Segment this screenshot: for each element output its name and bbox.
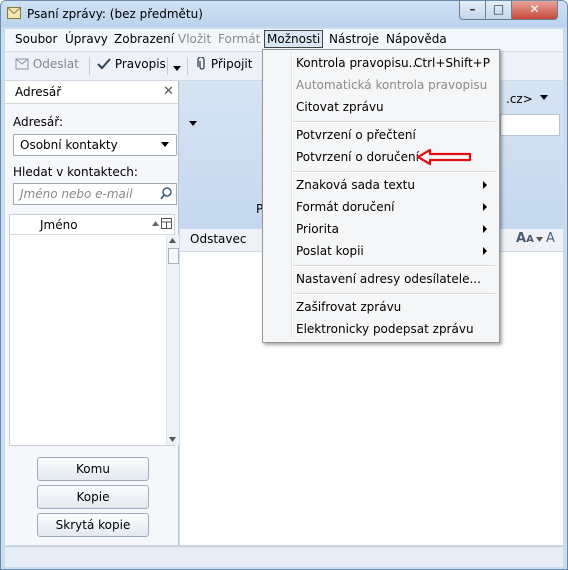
minimize-button[interactable]: – <box>459 1 486 20</box>
menu-format[interactable]: Formát <box>216 31 262 47</box>
annotation-arrow-icon <box>416 148 472 166</box>
contacts-column-header[interactable]: Jméno <box>10 215 174 235</box>
contacts-list[interactable]: Jméno <box>9 214 179 446</box>
menu-item-encrypt[interactable]: Zašifrovat zprávu <box>296 300 401 314</box>
attach-button[interactable]: Připojit <box>197 56 253 71</box>
menu-item-quote-message[interactable]: Citovat zprávu <box>296 100 384 114</box>
menu-moznosti[interactable]: Možnosti <box>264 30 324 48</box>
search-placeholder: Jméno nebo e-mail <box>20 187 133 201</box>
menu-zobrazeni[interactable]: Zobrazení <box>112 31 176 47</box>
scroll-thumb[interactable] <box>168 248 179 264</box>
checkmark-icon <box>97 58 111 70</box>
addressbook-select[interactable]: Osobní kontakty <box>13 134 177 156</box>
scroll-up-icon[interactable] <box>169 238 176 243</box>
recipient-field[interactable] <box>500 114 560 136</box>
addressbook-label: Adresář: <box>13 115 64 129</box>
maximize-icon: □ <box>492 2 505 16</box>
submenu-arrow-icon <box>483 225 487 233</box>
chevron-down-icon[interactable] <box>540 95 548 101</box>
address-book-sidebar: Adresář ✕ Adresář: Osobní kontakty Hleda… <box>5 81 179 545</box>
window-title: Psaní zprávy: (bez předmětu) <box>27 7 203 21</box>
status-bar <box>5 546 563 567</box>
paperclip-icon <box>197 56 205 70</box>
add-cc-button[interactable]: Kopie <box>37 485 149 509</box>
send-icon <box>15 58 29 70</box>
menu-item-sign[interactable]: Elektronicky podepsat zprávu <box>296 322 474 336</box>
menu-soubor[interactable]: Soubor <box>13 31 59 47</box>
sidebar-header: Adresář ✕ <box>5 81 178 104</box>
menu-separator <box>293 171 495 173</box>
toolbar-separator <box>167 57 168 75</box>
toolbar-separator <box>187 57 188 75</box>
send-button[interactable]: Odeslat <box>15 57 79 71</box>
spell-check-shortcut: Ctrl+Shift+P <box>414 56 490 70</box>
scroll-down-icon[interactable] <box>169 437 176 442</box>
chevron-down-icon[interactable] <box>536 237 543 242</box>
minimize-icon: – <box>469 2 476 16</box>
search-icon[interactable] <box>160 187 172 200</box>
menu-item-spell-check[interactable]: Kontrola pravopisu... <box>296 56 420 70</box>
menu-item-charset[interactable]: Znaková sada textu <box>296 178 415 192</box>
menu-item-auto-spell-check[interactable]: Automatická kontrola pravopisu <box>296 78 487 92</box>
chevron-down-icon <box>173 66 181 71</box>
close-sidebar-icon[interactable]: ✕ <box>163 84 174 99</box>
menu-item-priority[interactable]: Priorita <box>296 222 339 236</box>
from-address-fragment[interactable]: .cz> <box>506 92 533 106</box>
spelling-label: Pravopis <box>114 57 166 71</box>
maximize-button[interactable]: □ <box>485 1 512 20</box>
close-icon: ✕ <box>529 2 540 16</box>
options-menu-dropdown: Kontrola pravopisu... Ctrl+Shift+P Autom… <box>262 49 500 343</box>
title-bar[interactable]: Psaní zprávy: (bez předmětu) – □ ✕ <box>1 1 567 27</box>
attach-label: Připojit <box>210 57 253 71</box>
menu-item-sender-address[interactable]: Nastavení adresy odesílatele... <box>296 272 481 286</box>
column-name-header[interactable]: Jméno <box>40 218 78 232</box>
menu-separator <box>293 265 495 267</box>
menu-item-send-copy[interactable]: Poslat kopii <box>296 244 364 258</box>
menu-item-delivery-receipt[interactable]: Potvrzení o doručení <box>296 150 419 164</box>
close-window-button[interactable]: ✕ <box>511 1 558 20</box>
text-color-icon[interactable]: A <box>546 231 555 246</box>
menu-separator <box>293 121 495 123</box>
addressbook-value: Osobní kontakty <box>20 138 118 152</box>
menu-separator <box>293 293 495 295</box>
submenu-arrow-icon <box>483 181 487 189</box>
add-to-button[interactable]: Komu <box>37 457 149 481</box>
menu-item-read-receipt[interactable]: Potvrzení o přečtení <box>296 128 416 142</box>
spelling-button[interactable]: Pravopis <box>97 57 166 71</box>
paragraph-format-select[interactable]: Odstavec <box>190 232 246 246</box>
sidebar-title: Adresář <box>15 85 62 99</box>
menu-vlozit[interactable]: Vložit <box>176 31 213 47</box>
search-label: Hledat v kontaktech: <box>13 165 138 179</box>
submenu-arrow-icon <box>483 203 487 211</box>
envelope-icon <box>7 7 21 19</box>
menu-nastroje[interactable]: Nástroje <box>327 31 381 47</box>
contacts-scrollbar[interactable] <box>166 235 179 445</box>
column-picker-icon[interactable] <box>161 218 172 229</box>
spelling-dropdown-button[interactable] <box>173 61 181 75</box>
send-label: Odeslat <box>32 57 79 71</box>
contacts-search-field[interactable]: Jméno nebo e-mail <box>13 183 177 205</box>
chevron-down-icon[interactable] <box>189 121 197 127</box>
toolbar-separator <box>89 57 90 75</box>
sort-ascending-icon <box>152 221 159 226</box>
submenu-arrow-icon <box>483 247 487 255</box>
menu-upravy[interactable]: Úpravy <box>63 31 110 47</box>
menu-napoveda[interactable]: Nápověda <box>384 31 449 47</box>
add-bcc-button[interactable]: Skrytá kopie <box>37 513 149 537</box>
font-size-icon[interactable]: AA <box>516 231 534 246</box>
menu-gutter <box>291 52 293 338</box>
menu-item-delivery-format[interactable]: Formát doručení <box>296 200 395 214</box>
chevron-down-icon <box>161 142 169 147</box>
